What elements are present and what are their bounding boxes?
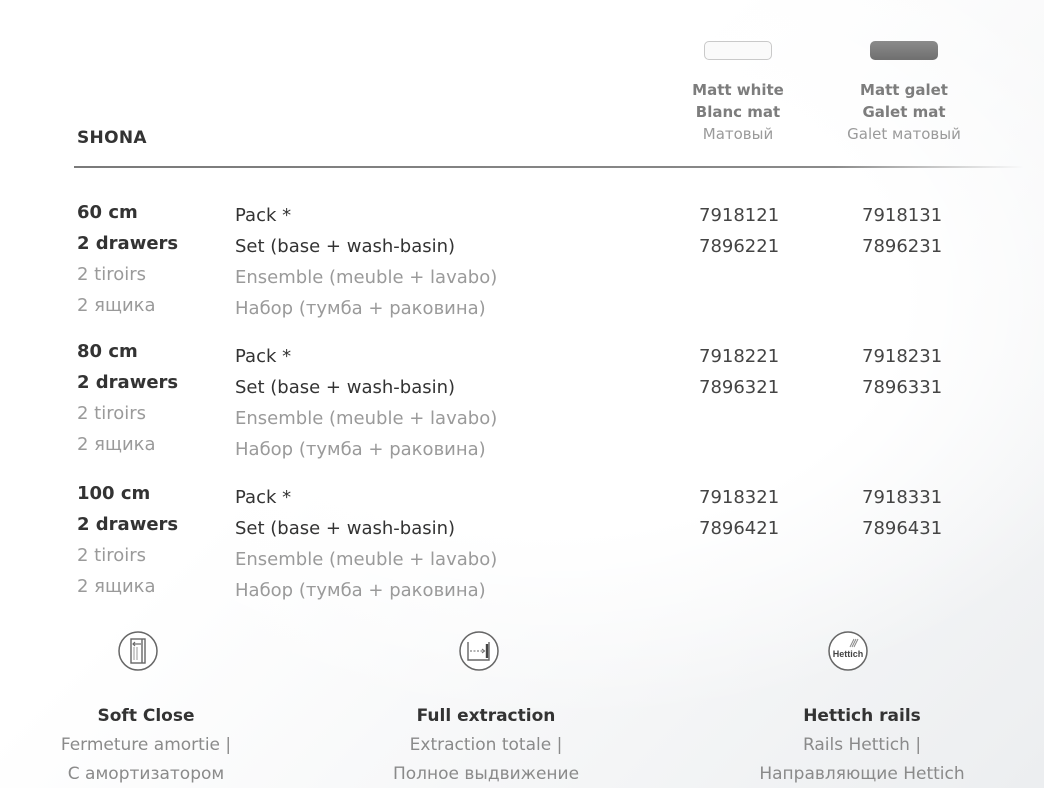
column-header-matt-galet: Matt galet Galet mat Galet матовый bbox=[814, 79, 994, 145]
feature-line-ru: С амортизатором bbox=[67, 764, 225, 784]
column-header-matt-white: Matt white Blanc mat Матовый bbox=[648, 79, 828, 145]
item-set: Set (base + wash-basin) bbox=[235, 236, 456, 257]
item-set: Set (base + wash-basin) bbox=[235, 518, 456, 539]
row-100cm-items: Pack * Set (base + wash-basin) Ensemble … bbox=[235, 482, 497, 606]
item-set-ru: Набор (тумба + раковина) bbox=[235, 298, 486, 319]
row-60cm-galet-codes: 7918131 7896231 bbox=[862, 200, 942, 262]
feature-line-fr: Extraction totale | bbox=[409, 735, 563, 755]
article-code: 7918321 bbox=[699, 487, 780, 508]
feature-line-fr: Fermeture amortie | bbox=[60, 735, 232, 755]
drawers-fr: 2 tiroirs bbox=[77, 264, 147, 285]
drawers-en: 2 drawers bbox=[77, 514, 179, 535]
article-code: 7896321 bbox=[699, 377, 780, 398]
row-60cm-size-block: 60 cm 2 drawers 2 tiroirs 2 ящика bbox=[77, 197, 178, 321]
header-divider bbox=[74, 166, 1024, 168]
row-100cm-galet-codes: 7918331 7896431 bbox=[862, 482, 942, 544]
row-80cm-size-block: 80 cm 2 drawers 2 tiroirs 2 ящика bbox=[77, 336, 178, 460]
feature-hettich-rails: Hettich rails Rails Hettich | Направляющ… bbox=[702, 702, 1022, 789]
article-code: 7896421 bbox=[699, 518, 780, 539]
row-80cm-galet-codes: 7918231 7896331 bbox=[862, 341, 942, 403]
matt-white-swatch bbox=[704, 41, 772, 60]
drawers-ru: 2 ящика bbox=[77, 576, 156, 597]
article-code: 7918331 bbox=[862, 487, 943, 508]
drawers-ru: 2 ящика bbox=[77, 295, 156, 316]
item-set: Set (base + wash-basin) bbox=[235, 377, 456, 398]
article-code: 7918131 bbox=[862, 205, 943, 226]
column-label-en: Matt white bbox=[692, 81, 784, 99]
feature-soft-close: Soft Close Fermeture amortie | С амортиз… bbox=[0, 702, 306, 789]
feature-line-ru: Полное выдвижение bbox=[392, 764, 580, 784]
article-code: 7918231 bbox=[862, 346, 943, 367]
feature-line-ru: Направляющие Hettich bbox=[759, 764, 965, 784]
item-set-fr: Ensemble (meuble + lavabo) bbox=[235, 267, 498, 288]
article-code: 7896221 bbox=[699, 236, 780, 257]
column-label-ru: Матовый bbox=[702, 125, 774, 143]
feature-title: Hettich rails bbox=[803, 706, 921, 726]
column-label-fr: Galet mat bbox=[862, 103, 946, 121]
product-title: SHONA bbox=[77, 128, 147, 148]
drawers-en: 2 drawers bbox=[77, 233, 179, 254]
item-set-fr: Ensemble (meuble + lavabo) bbox=[235, 408, 498, 429]
drawers-en: 2 drawers bbox=[77, 372, 179, 393]
article-code: 7896231 bbox=[862, 236, 943, 257]
size-label: 100 cm bbox=[77, 483, 151, 504]
hettich-logo-icon: Hettich bbox=[828, 631, 868, 671]
column-label-fr: Blanc mat bbox=[695, 103, 781, 121]
row-60cm-items: Pack * Set (base + wash-basin) Ensemble … bbox=[235, 200, 497, 324]
article-code: 7918121 bbox=[699, 205, 780, 226]
article-code: 7896331 bbox=[862, 377, 943, 398]
hettich-logo-text: Hettich bbox=[833, 649, 864, 659]
matt-galet-swatch bbox=[870, 41, 938, 60]
column-label-ru: Galet матовый bbox=[847, 125, 961, 143]
row-80cm-items: Pack * Set (base + wash-basin) Ensemble … bbox=[235, 341, 497, 465]
drawers-fr: 2 tiroirs bbox=[77, 403, 147, 424]
feature-full-extraction: Full extraction Extraction totale | Полн… bbox=[326, 702, 646, 789]
full-extraction-icon bbox=[459, 631, 499, 671]
item-pack: Pack * bbox=[235, 487, 292, 508]
item-pack: Pack * bbox=[235, 205, 292, 226]
row-100cm-size-block: 100 cm 2 drawers 2 tiroirs 2 ящика bbox=[77, 478, 178, 602]
row-80cm-white-codes: 7918221 7896321 bbox=[699, 341, 779, 403]
soft-close-icon bbox=[118, 631, 158, 671]
feature-line-fr: Rails Hettich | bbox=[802, 735, 922, 755]
column-label-en: Matt galet bbox=[860, 81, 948, 99]
size-label: 60 cm bbox=[77, 202, 138, 223]
drawers-fr: 2 tiroirs bbox=[77, 545, 147, 566]
size-label: 80 cm bbox=[77, 341, 138, 362]
drawers-ru: 2 ящика bbox=[77, 434, 156, 455]
article-code: 7896431 bbox=[862, 518, 943, 539]
article-code: 7918221 bbox=[699, 346, 780, 367]
feature-title: Soft Close bbox=[97, 706, 195, 726]
item-set-fr: Ensemble (meuble + lavabo) bbox=[235, 549, 498, 570]
row-60cm-white-codes: 7918121 7896221 bbox=[699, 200, 779, 262]
item-pack: Pack * bbox=[235, 346, 292, 367]
item-set-ru: Набор (тумба + раковина) bbox=[235, 439, 486, 460]
row-100cm-white-codes: 7918321 7896421 bbox=[699, 482, 779, 544]
item-set-ru: Набор (тумба + раковина) bbox=[235, 580, 486, 601]
feature-title: Full extraction bbox=[416, 706, 556, 726]
